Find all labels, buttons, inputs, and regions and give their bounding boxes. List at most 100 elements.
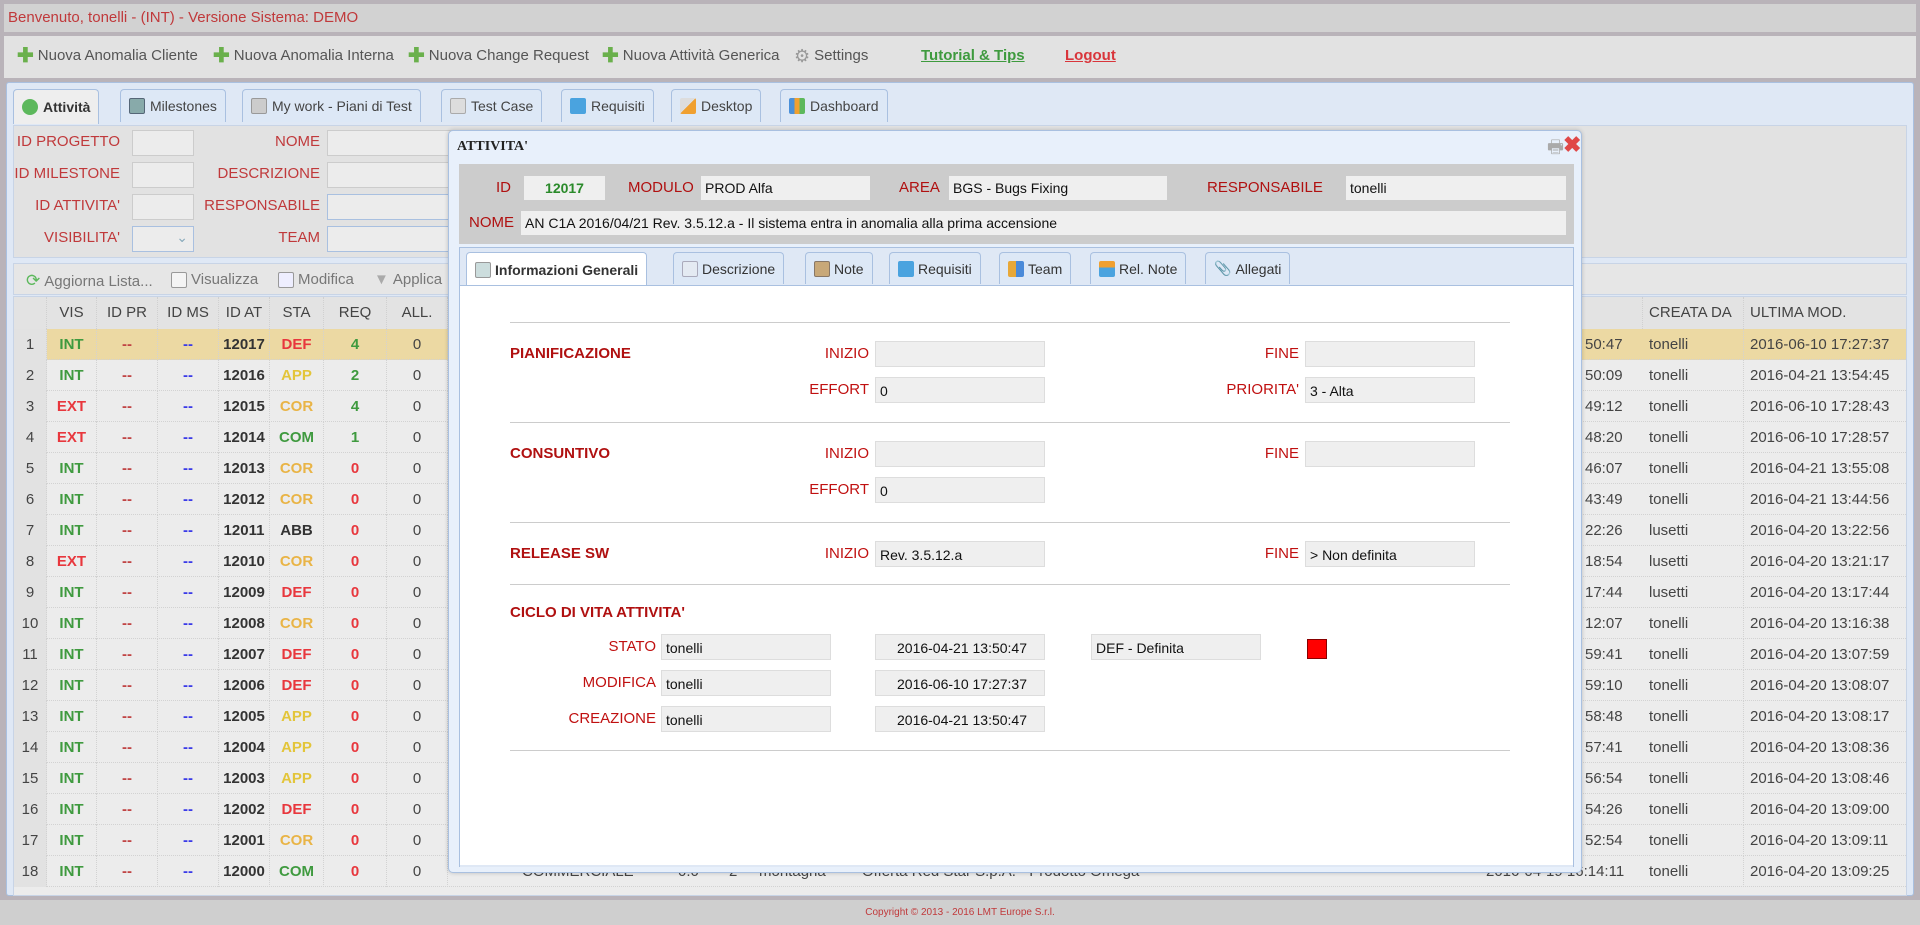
cell-pr: -- <box>97 453 158 484</box>
cell-ms: -- <box>158 639 219 670</box>
tab-attivita[interactable]: Attività <box>13 89 100 124</box>
refresh-icon: ⟳ <box>26 271 41 290</box>
cell-mod: 2016-04-20 13:22:56 <box>1744 515 1906 546</box>
header-req[interactable]: REQ <box>324 297 387 329</box>
header-id-pr[interactable]: ID PR <box>97 297 158 329</box>
pian-fine-field[interactable] <box>1305 341 1475 367</box>
cell-mod: 2016-04-20 13:08:07 <box>1744 670 1906 701</box>
filter-icon: ▼ <box>374 271 389 288</box>
cell-created: 49:12 <box>1585 398 1623 415</box>
new-internal-anomaly-button[interactable]: ✚ Nuova Anomalia Interna <box>213 46 394 66</box>
header-sta[interactable]: STA <box>270 297 324 329</box>
cell-ms: -- <box>158 453 219 484</box>
tab-allegati[interactable]: 📎 Allegati <box>1205 252 1291 284</box>
divider <box>510 522 1510 523</box>
pian-inizio-field[interactable] <box>875 341 1045 367</box>
tab-my-work[interactable]: My work - Piani di Test <box>242 89 421 122</box>
tab-rel-note[interactable]: Rel. Note <box>1090 252 1187 284</box>
info-form-icon <box>475 261 491 278</box>
modulo-label: MODULO <box>628 179 694 196</box>
cell-ms: -- <box>158 608 219 639</box>
cell-pr: -- <box>97 484 158 515</box>
refresh-list-button[interactable]: ⟳ Aggiorna Lista... <box>26 271 153 291</box>
button-label: Nuova Anomalia Cliente <box>37 47 198 64</box>
cell-ms: -- <box>158 670 219 701</box>
header-rownum <box>14 297 47 329</box>
modifica-date-field: 2016-06-10 17:27:37 <box>875 670 1045 696</box>
cons-inizio-field[interactable] <box>875 441 1045 467</box>
visibilita-select[interactable]: ⌄ <box>132 226 194 252</box>
pian-effort-field[interactable]: 0 <box>875 377 1045 403</box>
cons-effort-field[interactable]: 0 <box>875 477 1045 503</box>
tab-label: Rel. Note <box>1119 260 1178 277</box>
cell-pr: -- <box>97 763 158 794</box>
visibilita-label: VISIBILITA' <box>44 229 120 246</box>
cell-req: 0 <box>324 639 387 670</box>
tab-dashboard[interactable]: Dashboard <box>780 89 888 122</box>
header-all[interactable]: ALL. <box>387 297 448 329</box>
header-id-at[interactable]: ID AT <box>219 297 270 329</box>
close-icon[interactable]: ✖ <box>1563 132 1581 158</box>
tab-descrizione[interactable]: Descrizione <box>673 252 785 284</box>
header-ultima-mod[interactable]: ULTIMA MOD. <box>1744 297 1906 329</box>
new-change-request-button[interactable]: ✚ Nuova Change Request <box>408 44 589 67</box>
new-generic-activity-button[interactable]: ✚ Nuova Attività Generica <box>602 46 780 66</box>
cell-vis: INT <box>47 794 97 825</box>
cell-n: 14 <box>14 732 47 763</box>
creazione-user-field: tonelli <box>661 706 831 732</box>
logout-link[interactable]: Logout <box>1065 47 1116 64</box>
cell-at: 12007 <box>219 639 270 670</box>
tab-test-case[interactable]: Test Case <box>441 89 543 122</box>
id-milestone-label: ID MILESTONE <box>14 165 120 182</box>
cell-pr: -- <box>97 670 158 701</box>
tab-requisiti[interactable]: Requisiti <box>561 89 654 122</box>
tutorial-link[interactable]: Tutorial & Tips <box>921 47 1025 64</box>
cell-n: 2 <box>14 360 47 391</box>
stato-label: STATO <box>608 638 656 655</box>
settings-button[interactable]: ⚙ Settings <box>794 47 868 65</box>
cell-at: 12008 <box>219 608 270 639</box>
cell-mod: 2016-06-10 17:27:37 <box>1744 329 1906 360</box>
cell-pr: -- <box>97 577 158 608</box>
tab-informazioni-generali[interactable]: Informazioni Generali <box>466 252 648 286</box>
tab-team[interactable]: Team <box>999 252 1072 284</box>
pian-inizio-label: INIZIO <box>824 345 869 362</box>
cell-req: 0 <box>324 701 387 732</box>
rel-inizio-field[interactable]: Rev. 3.5.12.a <box>875 541 1045 567</box>
cell-all: 0 <box>387 360 448 391</box>
cons-fine-field[interactable] <box>1305 441 1475 467</box>
apply-filter-button[interactable]: ▼ Applica <box>374 271 442 288</box>
header-creata-da[interactable]: CREATA DA <box>1643 297 1744 329</box>
cell-all: 0 <box>387 484 448 515</box>
tab-note[interactable]: Note <box>805 252 873 284</box>
edit-button[interactable]: Modifica <box>278 271 354 288</box>
view-button[interactable]: Visualizza <box>171 271 258 288</box>
cell-req: 0 <box>324 546 387 577</box>
print-icon[interactable]: 🖶 <box>1547 135 1564 165</box>
rel-fine-field[interactable]: > Non definita <box>1305 541 1475 567</box>
tab-label: My work - Piani di Test <box>272 98 412 114</box>
responsabile-label: RESPONSABILE <box>204 197 320 214</box>
cell-sta: COR <box>270 484 324 515</box>
header-id-ms[interactable]: ID MS <box>158 297 219 329</box>
priorita-field[interactable]: 3 - Alta <box>1305 377 1475 403</box>
plus-icon: ✚ <box>408 44 425 67</box>
id-progetto-input[interactable] <box>132 130 194 156</box>
activity-header-fields: ID 12017 MODULO PROD Alfa AREA BGS - Bug… <box>459 164 1574 244</box>
cell-by: tonelli <box>1643 670 1744 701</box>
cell-n: 13 <box>14 701 47 732</box>
modifica-label: MODIFICA <box>582 674 656 691</box>
header-vis[interactable]: VIS <box>47 297 97 329</box>
cell-ms: -- <box>158 577 219 608</box>
tab-desktop[interactable]: Desktop <box>671 89 762 122</box>
plus-icon: ✚ <box>17 44 34 67</box>
chevron-down-icon: ⌄ <box>176 229 188 245</box>
tab-requisiti[interactable]: Requisiti <box>889 252 981 284</box>
descrizione-label: DESCRIZIONE <box>217 165 320 182</box>
tab-milestones[interactable]: Milestones <box>120 89 226 122</box>
cell-vis: EXT <box>47 546 97 577</box>
new-customer-anomaly-button[interactable]: ✚ Nuova Anomalia Cliente <box>17 44 198 67</box>
cell-at: 12015 <box>219 391 270 422</box>
cell-vis: INT <box>47 484 97 515</box>
cell-n: 4 <box>14 422 47 453</box>
